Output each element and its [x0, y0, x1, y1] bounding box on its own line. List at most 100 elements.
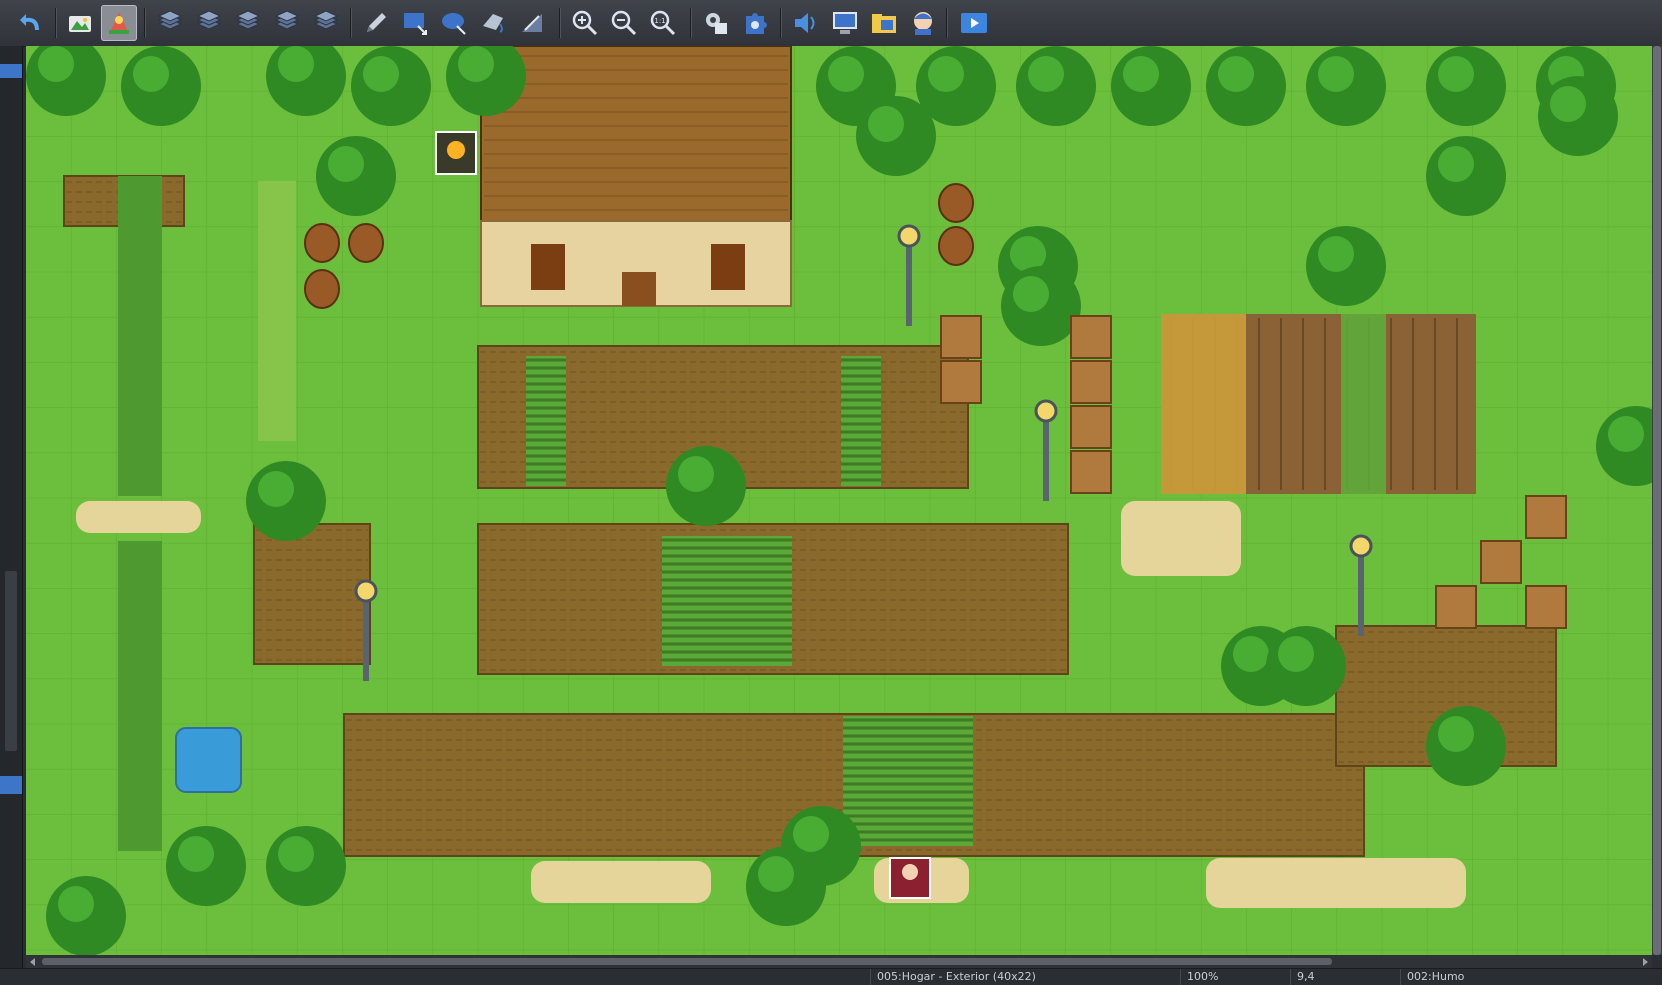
barrel: [938, 183, 974, 223]
event-mode-button[interactable]: [101, 5, 137, 41]
vertical-scroll-thumb[interactable]: [1653, 46, 1661, 955]
toolbar-separator: [559, 8, 560, 38]
event-searcher-button[interactable]: [827, 5, 863, 41]
street-lamp-post: [1043, 411, 1049, 501]
tree-highlight: [278, 46, 314, 82]
tree-highlight: [1608, 416, 1644, 452]
resource-manager-button[interactable]: [866, 5, 902, 41]
character-generator-icon: [914, 12, 932, 35]
status-map-name: 005:Hogar - Exterior (40x22): [870, 969, 1187, 985]
tree-highlight: [133, 56, 169, 92]
undo-arrow-icon: [20, 14, 39, 30]
horizontal-scroll-thumb[interactable]: [42, 958, 1332, 965]
playtest-button[interactable]: [956, 5, 992, 41]
toolbar-separator: [690, 8, 691, 38]
resource-manager-icon: [872, 14, 896, 33]
tree-highlight: [1028, 56, 1064, 92]
undo-button[interactable]: [14, 5, 50, 41]
layer-a-button[interactable]: [152, 5, 188, 41]
tree-highlight: [828, 56, 864, 92]
tree-highlight: [38, 46, 74, 82]
wooden-crate: [1480, 540, 1522, 584]
zoom-out-button[interactable]: [606, 5, 642, 41]
toolbar-separator: [946, 8, 947, 38]
tree-highlight: [793, 816, 829, 852]
shadow-pen-icon: [522, 14, 542, 32]
playtest-icon: [961, 13, 987, 33]
map-list-selection-lower[interactable]: [0, 776, 22, 794]
tree-highlight: [1438, 56, 1474, 92]
tree-highlight: [328, 146, 364, 182]
tree-highlight: [1318, 56, 1354, 92]
barrel: [348, 223, 384, 263]
wooden-crate: [940, 360, 982, 404]
street-lamp-light: [1034, 399, 1058, 423]
rectangle-icon: [404, 13, 427, 35]
wooden-crate: [1435, 585, 1477, 629]
pencil-button[interactable]: [358, 5, 394, 41]
cliff-block: [253, 523, 371, 665]
house-door: [622, 272, 656, 306]
tree-highlight: [1438, 146, 1474, 182]
house-window: [531, 244, 565, 290]
scroll-left-arrow-icon[interactable]: [30, 958, 35, 966]
zoom-actual-button[interactable]: 1:1: [645, 5, 681, 41]
status-tile: 002:Humo: [1400, 969, 1647, 985]
pencil-icon: [367, 13, 386, 32]
ellipse-button[interactable]: [436, 5, 472, 41]
horizontal-scrollbar[interactable]: [26, 955, 1652, 968]
tree-highlight: [1550, 86, 1586, 122]
wooden-crate: [1525, 495, 1567, 539]
tree-highlight: [278, 836, 314, 872]
zoom-in-icon: [572, 10, 598, 36]
barrel: [304, 269, 340, 309]
vine-hedge: [258, 181, 296, 441]
sound-test-button[interactable]: [788, 5, 824, 41]
wooden-crate: [1070, 360, 1112, 404]
scroll-right-arrow-icon[interactable]: [1643, 958, 1648, 966]
shadow-pen-button[interactable]: [514, 5, 550, 41]
tree-highlight: [868, 106, 904, 142]
map-tiles[interactable]: [26, 46, 1652, 955]
map-list-selection[interactable]: [0, 64, 22, 78]
vertical-scrollbar[interactable]: [1652, 46, 1662, 955]
map-mode-icon: [69, 16, 91, 32]
zoom-in-button[interactable]: [567, 5, 603, 41]
map-list-scrollbar[interactable]: [5, 571, 17, 751]
wheat-patch: [1161, 314, 1246, 494]
rectangle-button[interactable]: [397, 5, 433, 41]
house-window: [711, 244, 745, 290]
tree-highlight: [928, 56, 964, 92]
tree-highlight: [1123, 56, 1159, 92]
house-roof: [480, 46, 792, 222]
barrel: [304, 223, 340, 263]
plugin-puzzle-icon: [746, 13, 767, 34]
toolbar-separator: [144, 8, 145, 38]
wooden-crate: [1070, 450, 1112, 494]
layer-d-button[interactable]: [269, 5, 305, 41]
street-lamp-light: [897, 224, 921, 248]
layer-b-button[interactable]: [191, 5, 227, 41]
wooden-crate: [1525, 585, 1567, 629]
tree-highlight: [1013, 276, 1049, 312]
player-character-face: [902, 864, 918, 880]
street-lamp-post: [1358, 546, 1364, 636]
layer-c-button[interactable]: [230, 5, 266, 41]
tree-highlight: [458, 46, 494, 82]
layer-a-icon: [157, 10, 183, 30]
map-mode-button[interactable]: [62, 5, 98, 41]
map-canvas[interactable]: [26, 46, 1652, 955]
wooden-crate: [1070, 315, 1112, 359]
database-button[interactable]: [698, 5, 734, 41]
tree-highlight: [758, 856, 794, 892]
plugin-manager-button[interactable]: [737, 5, 773, 41]
wooden-crate: [1070, 405, 1112, 449]
sound-test-icon: [795, 13, 815, 33]
character-generator-button[interactable]: [905, 5, 941, 41]
sand-patch: [76, 501, 201, 533]
street-lamp-light: [354, 579, 378, 603]
fill-icon: [483, 14, 503, 33]
layer-r-button[interactable]: [308, 5, 344, 41]
fill-button[interactable]: [475, 5, 511, 41]
tree-highlight: [58, 886, 94, 922]
